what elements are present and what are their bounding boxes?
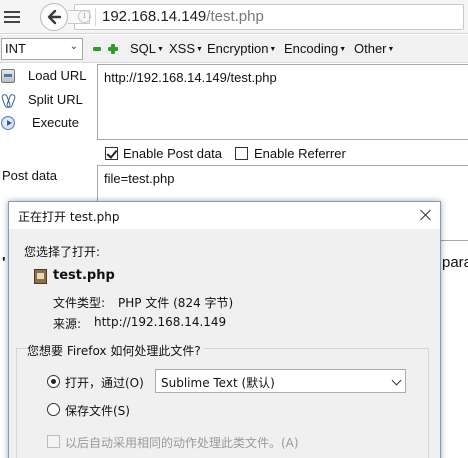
hackbar-type-select[interactable]: INT ⌄ bbox=[1, 38, 83, 60]
hackbar-type-value: INT bbox=[5, 41, 26, 56]
page-text-fragment-right: para bbox=[442, 254, 468, 271]
enable-post-label[interactable]: Enable Post data bbox=[123, 146, 222, 161]
menu-xss[interactable]: XSS▼ bbox=[169, 41, 203, 56]
url-path: /test.php bbox=[206, 8, 264, 25]
info-icon[interactable]: i bbox=[78, 10, 91, 23]
split-url-label: Split URL bbox=[28, 92, 83, 107]
source-label: 来源: bbox=[53, 317, 82, 331]
chevron-down-icon bbox=[391, 375, 402, 386]
menu-encryption-label: Encryption bbox=[207, 41, 269, 56]
hackbar-url-value: http://192.168.14.149/test.php bbox=[104, 70, 277, 85]
file-type-label: 文件类型: bbox=[53, 296, 106, 310]
hackbar-url-textarea[interactable]: http://192.168.14.149/test.php bbox=[97, 64, 468, 140]
split-url-icon bbox=[1, 93, 15, 107]
menu-other[interactable]: Other▼ bbox=[354, 41, 394, 56]
minus-icon[interactable] bbox=[92, 44, 102, 54]
hackbar-toolbar: INT ⌄ SQL▼ XSS▼ Encryption▼ Encoding▼ Ot… bbox=[0, 35, 468, 63]
load-url-label: Load URL bbox=[28, 68, 87, 83]
execute-icon bbox=[1, 116, 15, 130]
enable-referrer-label[interactable]: Enable Referrer bbox=[254, 146, 346, 161]
menu-encryption[interactable]: Encryption▼ bbox=[207, 41, 276, 56]
dialog-titlebar[interactable]: 正在打开 test.php bbox=[9, 202, 440, 229]
back-arrow-icon bbox=[47, 9, 62, 25]
back-button[interactable] bbox=[40, 3, 68, 31]
php-file-icon bbox=[34, 269, 47, 284]
file-type-value: PHP 文件 (824 字节) bbox=[118, 296, 234, 310]
close-icon[interactable] bbox=[420, 209, 432, 221]
chose-to-open-label: 您选择了打开: bbox=[24, 245, 101, 259]
execute-label: Execute bbox=[32, 115, 79, 130]
browser-toolbar: i 192.168.14.149/test.php bbox=[0, 0, 468, 34]
auto-action-checkbox[interactable] bbox=[47, 435, 60, 448]
handling-question: 您想要 Firefox 如何处理此文件? bbox=[27, 342, 204, 359]
open-with-app-value: Sublime Text (默认) bbox=[161, 376, 275, 390]
save-file-label[interactable]: 保存文件(S) bbox=[65, 402, 130, 419]
chevron-down-icon: ⌄ bbox=[69, 41, 78, 52]
hamburger-icon[interactable] bbox=[4, 11, 20, 23]
url-host: 192.168.14.149 bbox=[102, 8, 207, 25]
download-dialog: 正在打开 test.php 您选择了打开: test.php 文件类型: PHP… bbox=[8, 201, 441, 458]
menu-sql-label: SQL bbox=[130, 41, 157, 56]
open-with-radio[interactable] bbox=[47, 375, 60, 388]
post-data-value: file=test.php bbox=[104, 171, 175, 186]
open-with-label[interactable]: 打开，通过(O) bbox=[65, 374, 144, 391]
file-name: test.php bbox=[53, 268, 115, 283]
enable-post-checkbox[interactable] bbox=[105, 147, 118, 160]
auto-action-label: 以后自动采用相同的动作处理此类文件。(A) bbox=[65, 436, 299, 450]
menu-xss-label: XSS bbox=[169, 41, 196, 56]
enable-referrer-checkbox[interactable] bbox=[235, 147, 248, 160]
page-text-fragment-left: ' bbox=[2, 254, 6, 271]
url-separator bbox=[95, 8, 96, 26]
plus-icon[interactable] bbox=[108, 44, 118, 54]
load-url-icon bbox=[1, 69, 15, 83]
menu-encoding-label: Encoding bbox=[284, 41, 339, 56]
save-file-radio[interactable] bbox=[47, 403, 60, 416]
url-text[interactable]: 192.168.14.149/test.php bbox=[102, 8, 264, 25]
menu-encoding[interactable]: Encoding▼ bbox=[284, 41, 346, 56]
menu-sql[interactable]: SQL▼ bbox=[130, 41, 164, 56]
open-with-app-select[interactable]: Sublime Text (默认) bbox=[155, 369, 406, 393]
post-data-label: Post data bbox=[2, 168, 57, 183]
menu-other-label: Other bbox=[354, 41, 387, 56]
source-value: http://192.168.14.149 bbox=[94, 315, 227, 329]
dialog-title: 正在打开 test.php bbox=[18, 210, 120, 224]
